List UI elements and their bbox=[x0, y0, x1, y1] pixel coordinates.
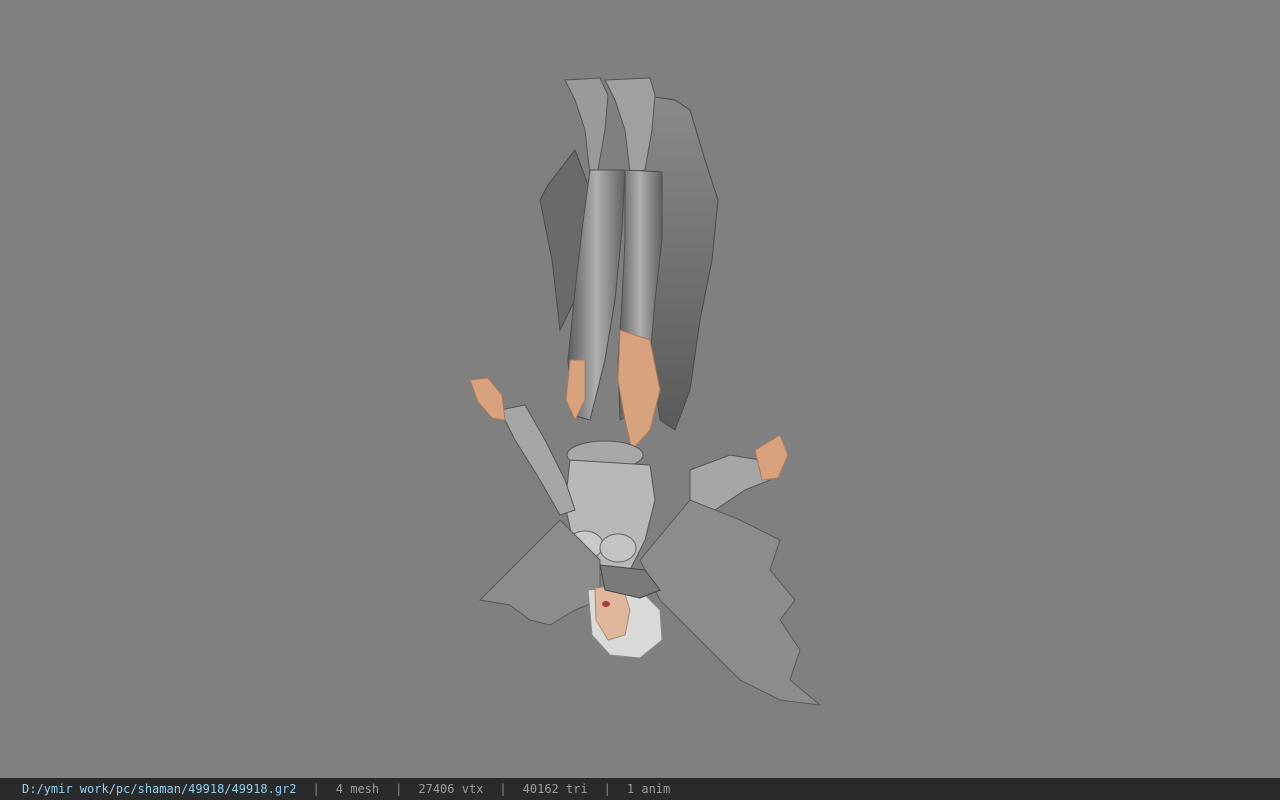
left-arm bbox=[499, 404, 576, 516]
separator: | bbox=[312, 782, 320, 796]
right-hand bbox=[754, 434, 789, 481]
separator: | bbox=[395, 782, 403, 796]
wing-right bbox=[639, 499, 822, 706]
status-bar: D:/ymir work/pc/shaman/49918/49918.gr2 |… bbox=[0, 778, 1280, 800]
chest-right bbox=[599, 533, 637, 563]
anim-count: 1 anim bbox=[626, 782, 671, 796]
mouth bbox=[602, 601, 610, 607]
separator: | bbox=[603, 782, 611, 796]
character-model[interactable] bbox=[0, 0, 1280, 778]
triangle-count: 40162 tri bbox=[522, 782, 588, 796]
3d-viewport[interactable] bbox=[0, 0, 1280, 778]
separator: | bbox=[499, 782, 507, 796]
mesh-count: 4 mesh bbox=[335, 782, 380, 796]
right-boot bbox=[604, 77, 656, 173]
left-hand bbox=[469, 377, 506, 421]
file-path: D:/ymir work/pc/shaman/49918/49918.gr2 bbox=[22, 782, 297, 796]
vertex-count: 27406 vtx bbox=[418, 782, 484, 796]
